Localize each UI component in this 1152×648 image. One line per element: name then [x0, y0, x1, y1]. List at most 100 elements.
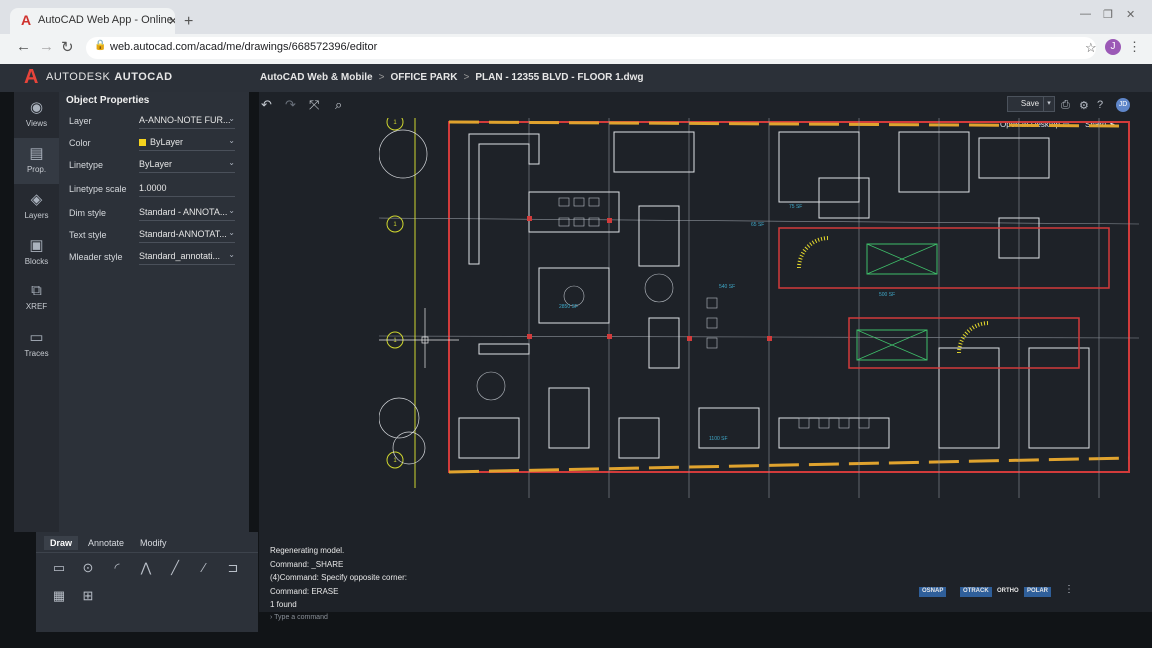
window-line-bottom: [448, 456, 1130, 474]
lock-icon: 🔒: [94, 40, 107, 51]
reload-icon[interactable]: ↻: [61, 38, 74, 56]
blocks-icon: ▣: [29, 237, 44, 254]
autodesk-logo-icon: A: [24, 66, 39, 88]
zoom-extents-icon[interactable]: ⤧: [309, 97, 319, 113]
color-swatch: [139, 139, 146, 146]
redo-icon[interactable]: ↷: [285, 97, 296, 113]
close-tab-icon[interactable]: ✕: [168, 14, 175, 28]
tab-draw[interactable]: Draw: [44, 536, 79, 550]
screen: A AutoCAD Web App - Online CAD ✕ + — ❐ ✕…: [0, 0, 1152, 648]
color-dropdown[interactable]: ByLayer ⌄: [139, 135, 235, 151]
rail-item-traces[interactable]: ▭ Traces: [14, 322, 59, 368]
prop-label-layer: Layer: [69, 116, 92, 126]
layer-dropdown[interactable]: A-ANNO-NOTE FUR... ⌄: [139, 113, 235, 129]
traces-icon: ▭: [29, 329, 44, 346]
tab-annotate[interactable]: Annotate: [82, 536, 130, 550]
spline-tool-icon[interactable]: ⊐: [224, 560, 242, 576]
command-history-line: Command: _SHARE: [270, 560, 344, 569]
tab-title: AutoCAD Web App - Online CAD: [38, 14, 175, 26]
chevron-down-icon: ⌄: [228, 114, 235, 123]
array-tool-icon[interactable]: ⊞: [79, 588, 97, 604]
circle-tool-icon[interactable]: ⊙: [79, 560, 97, 576]
exterior-wall: [448, 121, 1130, 473]
building-core: [778, 227, 1110, 369]
svg-text:500 SF: 500 SF: [879, 292, 895, 298]
more-options-icon[interactable]: ⋮: [1064, 584, 1074, 595]
ortho-toggle[interactable]: ORTHO: [994, 587, 1022, 597]
bookmark-star-icon[interactable]: ☆: [1085, 40, 1097, 56]
linetype-dropdown[interactable]: ByLayer ⌄: [139, 157, 235, 173]
line-tool-icon[interactable]: ╱: [166, 560, 184, 576]
browser-chrome: A AutoCAD Web App - Online CAD ✕ + — ❐ ✕…: [0, 0, 1152, 64]
prop-label-mleader-style: Mleader style: [69, 252, 123, 262]
close-window-icon[interactable]: ✕: [1126, 8, 1135, 21]
floor-plan[interactable]: 1 1 1 1 2850 SF 540 SF 500 SF 1100 SF 75…: [379, 118, 1139, 588]
forward-icon[interactable]: →: [39, 38, 54, 55]
panel-title: Object Properties: [66, 95, 150, 106]
properties-icon: ▤: [29, 145, 44, 162]
linetype-scale-input[interactable]: 1.0000: [139, 181, 235, 197]
rail-item-blocks[interactable]: ▣ Blocks: [14, 230, 59, 276]
object-properties-panel: Object Properties Layer A-ANNO-NOTE FUR.…: [59, 92, 249, 532]
save-dropdown-icon[interactable]: ▾: [1043, 96, 1055, 112]
command-input[interactable]: › Type a command: [270, 614, 445, 626]
arc-tool-icon[interactable]: ◜: [108, 560, 126, 576]
svg-text:540 SF: 540 SF: [719, 284, 735, 290]
undo-icon[interactable]: ↶: [261, 97, 272, 113]
mleader-style-dropdown[interactable]: Standard_annotati... ⌄: [139, 249, 235, 265]
hatch-tool-icon[interactable]: ▦: [50, 588, 68, 604]
back-icon[interactable]: ←: [16, 38, 31, 55]
autocad-favicon-icon: A: [21, 12, 32, 28]
dim-style-dropdown[interactable]: Standard - ANNOTA... ⌄: [139, 205, 235, 221]
otrack-toggle[interactable]: OTRACK: [960, 587, 992, 597]
svg-text:1: 1: [393, 222, 397, 228]
maximize-icon[interactable]: ❐: [1103, 8, 1113, 21]
prop-label-linetype-scale: Linetype scale: [69, 184, 127, 194]
help-icon[interactable]: ?: [1097, 99, 1103, 111]
draw-palette: Draw Annotate Modify ▭ ⊙ ◜ ⋀ ╱ ∕ ⊐ ▦ ⊞: [36, 532, 258, 632]
palette-divider: [36, 552, 258, 553]
command-history-line: 1 found: [270, 600, 297, 609]
browser-menu-icon[interactable]: ⋮: [1128, 39, 1141, 55]
rail-item-views[interactable]: ◉ Views: [14, 92, 59, 138]
drawing-canvas[interactable]: ↶ ↷ ⤧ ⌕ Save ▾ ⎙ ⚙ ? JD Open In Desktop …: [259, 92, 1152, 612]
print-icon[interactable]: ⎙: [1061, 99, 1070, 112]
polar-toggle[interactable]: POLAR: [1024, 587, 1051, 597]
gear-icon[interactable]: ⚙: [1079, 99, 1089, 112]
app-header: A AUTODESK AUTOCAD AutoCAD Web & Mobile > O…: [0, 64, 1152, 92]
polyline-tool-icon[interactable]: ⋀: [137, 560, 155, 576]
command-history-line: Command: ERASE: [270, 587, 339, 596]
rail-item-xref[interactable]: ⧉ XREF: [14, 276, 59, 322]
trees: [379, 129, 428, 465]
command-line: Regenerating model. Command: _SHARE (4)C…: [259, 538, 459, 628]
prop-label-text-style: Text style: [69, 230, 107, 240]
tab-modify[interactable]: Modify: [134, 536, 173, 550]
rectangle-tool-icon[interactable]: ▭: [50, 560, 68, 576]
rail-item-layers[interactable]: ◈ Layers: [14, 184, 59, 230]
text-style-dropdown[interactable]: Standard-ANNOTAT... ⌄: [139, 227, 235, 243]
breadcrumb-root[interactable]: AutoCAD Web & Mobile: [260, 72, 373, 83]
grid-bubbles: [386, 118, 404, 469]
browser-tab[interactable]: A AutoCAD Web App - Online CAD ✕: [10, 8, 175, 34]
profile-avatar[interactable]: J: [1105, 39, 1121, 55]
breadcrumb-folder[interactable]: OFFICE PARK: [390, 72, 457, 83]
user-avatar[interactable]: JD: [1116, 98, 1130, 112]
prop-label-linetype: Linetype: [69, 160, 104, 170]
osnap-toggle[interactable]: OSNAP: [919, 587, 947, 597]
tab-strip: A AutoCAD Web App - Online CAD ✕ + — ❐ ✕: [0, 0, 1152, 34]
address-bar[interactable]: 🔒 web.autocad.com/acad/me/drawings/66857…: [86, 37, 1096, 59]
new-tab-icon[interactable]: +: [184, 13, 193, 31]
rail-item-properties[interactable]: ▤ Prop.: [14, 138, 59, 184]
xref-icon: ⧉: [31, 282, 42, 299]
eye-icon: ◉: [29, 99, 44, 116]
zoom-window-icon[interactable]: ⌕: [335, 97, 342, 113]
svg-text:1: 1: [393, 120, 397, 126]
url-text: web.autocad.com/acad/me/drawings/6685723…: [110, 41, 378, 53]
svg-text:65 SF: 65 SF: [751, 222, 764, 228]
interior-walls: [458, 131, 1090, 459]
svg-text:1100 SF: 1100 SF: [709, 436, 728, 442]
svg-text:1: 1: [393, 338, 397, 344]
ray-tool-icon[interactable]: ∕: [195, 560, 213, 576]
svg-text:2850 SF: 2850 SF: [559, 304, 578, 310]
minimize-icon[interactable]: —: [1080, 8, 1091, 20]
